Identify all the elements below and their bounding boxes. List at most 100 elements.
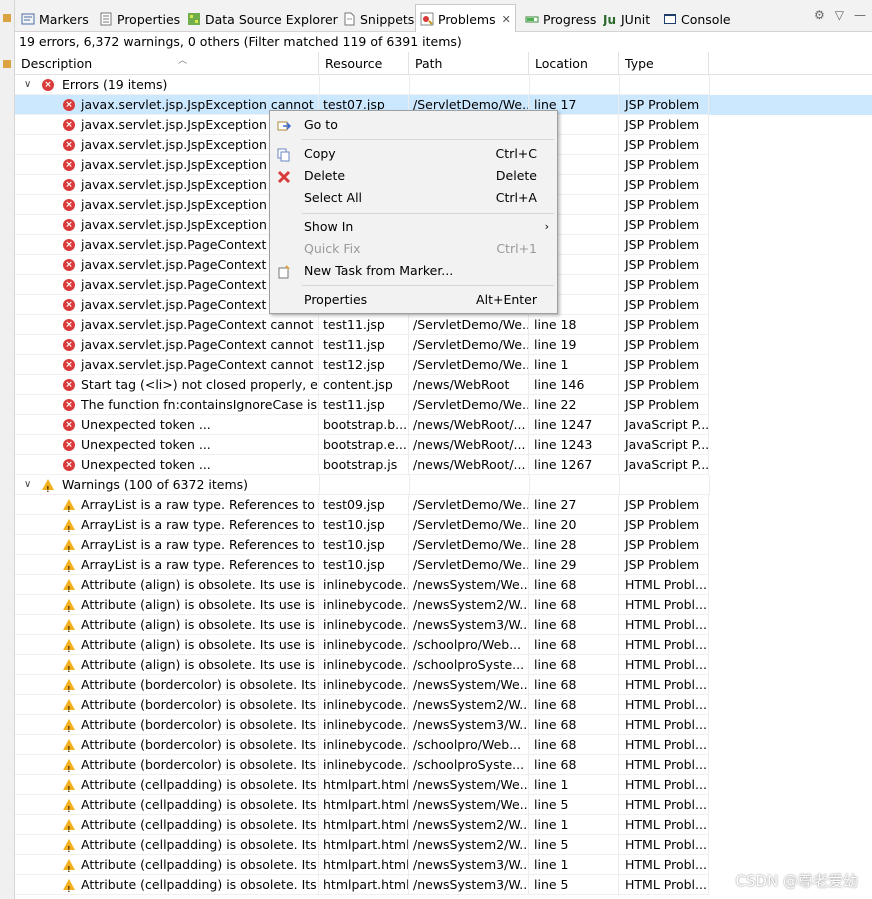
table-row[interactable]: × Start tag (<li>) not closed properly, e… — [15, 375, 872, 395]
tab-label: JUnit — [621, 11, 651, 27]
warnings-group[interactable]: ∨ Warnings (100 of 6372 items) — [15, 475, 319, 500]
tab-problems[interactable]: Problems ✕ — [415, 4, 516, 33]
table-row[interactable]: Attribute (bordercolor) is obsolete. Its… — [15, 735, 872, 755]
menu-item-new-task[interactable]: New Task from Marker... — [270, 260, 557, 282]
description-text: Attribute (align) is obsolete. Its use i… — [81, 577, 319, 592]
column-description[interactable]: Description ︿ — [15, 52, 319, 75]
table-row[interactable]: Attribute (bordercolor) is obsolete. Its… — [15, 755, 872, 775]
cell-resource: inlinebycode... — [319, 695, 409, 715]
table-row[interactable]: × javax.servlet.jsp.PageContext cannot be… — [15, 315, 872, 335]
column-path[interactable]: Path — [409, 52, 529, 75]
cell-description: × Unexpected token ... — [15, 415, 319, 435]
warning-icon — [63, 559, 75, 574]
tab-data-source-explorer[interactable]: Data Source Explorer — [187, 6, 338, 32]
markers-icon — [21, 12, 35, 26]
description-text: Attribute (align) is obsolete. Its use i… — [81, 657, 319, 672]
tab-junit[interactable]: Ju JUnit — [602, 6, 651, 32]
cell-type: JSP Problem — [619, 375, 709, 395]
cell-path: /newsSystem3/W... — [409, 875, 529, 895]
table-row[interactable]: ArrayList is a raw type. References to g… — [15, 535, 872, 555]
tab-snippets[interactable]: Snippets — [342, 6, 414, 32]
error-icon: × — [63, 459, 75, 471]
cell-type: HTML Probl... — [619, 675, 709, 695]
column-resource[interactable]: Resource — [319, 52, 409, 75]
table-row[interactable]: × Unexpected token ... bootstrap.js/news/W… — [15, 455, 872, 475]
chevron-down-icon[interactable]: ∨ — [24, 475, 31, 495]
table-row[interactable]: Attribute (cellpadding) is obsolete. Its… — [15, 775, 872, 795]
tab-console[interactable]: Console — [663, 6, 731, 32]
cell-description: Attribute (align) is obsolete. Its use i… — [15, 635, 319, 655]
cell-type: JSP Problem — [619, 555, 709, 575]
column-location[interactable]: Location — [529, 52, 619, 75]
table-row[interactable]: ArrayList is a raw type. References to g… — [15, 495, 872, 515]
close-icon[interactable]: ✕ — [502, 13, 511, 26]
table-row[interactable]: Attribute (bordercolor) is obsolete. Its… — [15, 675, 872, 695]
chevron-down-icon[interactable]: ∨ — [24, 75, 31, 95]
cell-description: × Unexpected token ... — [15, 435, 319, 455]
description-text: javax.servlet.jsp.PageContext cannot be … — [81, 357, 319, 372]
error-icon: × — [63, 319, 75, 331]
tab-markers[interactable]: Markers — [21, 6, 89, 32]
table-row[interactable]: Attribute (cellpadding) is obsolete. Its… — [15, 815, 872, 835]
chevron-down-icon[interactable]: ▽ — [835, 8, 844, 22]
error-icon: × — [63, 159, 75, 171]
table-row[interactable]: × The function fn:containsIgnoreCase is u… — [15, 395, 872, 415]
cell-type: JSP Problem — [619, 155, 709, 175]
minimize-icon[interactable]: — — [854, 8, 866, 22]
cell-description: Attribute (bordercolor) is obsolete. Its… — [15, 715, 319, 735]
cell-description: × javax.servlet.jsp.PageContext cannot be… — [15, 355, 319, 375]
cell-path: /schoolproSyste... — [409, 755, 529, 775]
cell-type: HTML Probl... — [619, 655, 709, 675]
description-text: javax.servlet.jsp.JspException can — [81, 117, 294, 132]
table-row[interactable]: ArrayList is a raw type. References to g… — [15, 515, 872, 535]
table-row[interactable]: ArrayList is a raw type. References to g… — [15, 555, 872, 575]
table-row[interactable]: × Unexpected token ... bootstrap.b.../news… — [15, 415, 872, 435]
table-row[interactable]: Attribute (cellpadding) is obsolete. Its… — [15, 835, 872, 855]
menu-item-go-to[interactable]: Go to — [270, 114, 557, 136]
table-row[interactable]: × javax.servlet.jsp.PageContext cannot be… — [15, 355, 872, 375]
menu-item-delete[interactable]: Delete Delete — [270, 165, 557, 187]
error-icon: × — [42, 79, 54, 91]
menu-item-properties[interactable]: Properties Alt+Enter — [270, 289, 557, 311]
table-row[interactable]: × javax.servlet.jsp.PageContext cannot be… — [15, 335, 872, 355]
cell-location: line 68 — [529, 595, 619, 615]
column-type[interactable]: Type — [619, 52, 709, 75]
tab-progress[interactable]: Progress — [525, 6, 596, 32]
warning-icon — [63, 839, 75, 854]
cell-description: × The function fn:containsIgnoreCase is u… — [15, 395, 319, 415]
error-icon: × — [63, 419, 75, 431]
error-icon: × — [63, 179, 75, 191]
cell-location: line 68 — [529, 655, 619, 675]
cell-path: /newsSystem3/W... — [409, 715, 529, 735]
table-row[interactable]: Attribute (bordercolor) is obsolete. Its… — [15, 715, 872, 735]
marker-icon — [2, 58, 12, 68]
menu-item-copy[interactable]: Copy Ctrl+C — [270, 143, 557, 165]
menu-item-select-all[interactable]: Select All Ctrl+A — [270, 187, 557, 209]
table-row[interactable]: Attribute (align) is obsolete. Its use i… — [15, 615, 872, 635]
cell-type: HTML Probl... — [619, 775, 709, 795]
cell-type: HTML Probl... — [619, 575, 709, 595]
cell-type: JavaScript P... — [619, 455, 709, 475]
description-text: javax.servlet.jsp.JspException can — [81, 157, 294, 172]
chevron-right-icon: › — [544, 220, 549, 233]
table-row[interactable]: × Unexpected token ... bootstrap.e.../news… — [15, 435, 872, 455]
menu-item-show-in[interactable]: Show In › — [270, 216, 557, 238]
cell-path: /newsSystem2/W... — [409, 695, 529, 715]
table-row[interactable]: Attribute (align) is obsolete. Its use i… — [15, 575, 872, 595]
properties-icon — [99, 12, 113, 26]
warning-icon — [63, 599, 75, 614]
view-menu-icon[interactable]: ⚙ — [814, 8, 825, 22]
cell-location: line 1267 — [529, 455, 619, 475]
cell-path: /news/WebRoot/... — [409, 455, 529, 475]
cell-path: /ServletDemo/We... — [409, 535, 529, 555]
cell-type: JSP Problem — [619, 215, 709, 235]
tab-properties[interactable]: Properties — [99, 6, 180, 32]
cell-path: /schoolpro/Web... — [409, 735, 529, 755]
table-row[interactable]: Attribute (align) is obsolete. Its use i… — [15, 595, 872, 615]
table-row[interactable]: Attribute (align) is obsolete. Its use i… — [15, 655, 872, 675]
cell-resource: test11.jsp — [319, 315, 409, 335]
table-row[interactable]: Attribute (cellpadding) is obsolete. Its… — [15, 795, 872, 815]
errors-group[interactable]: ∨ × Errors (19 items) — [15, 75, 319, 95]
table-row[interactable]: Attribute (bordercolor) is obsolete. Its… — [15, 695, 872, 715]
table-row[interactable]: Attribute (align) is obsolete. Its use i… — [15, 635, 872, 655]
